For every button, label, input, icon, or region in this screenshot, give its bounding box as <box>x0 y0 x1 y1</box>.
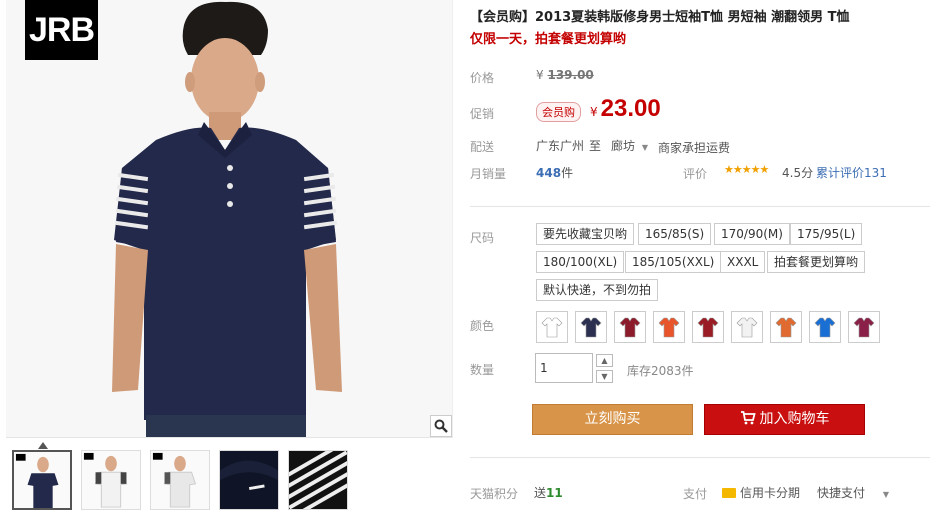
monthly-sales-unit: 件 <box>561 166 574 180</box>
size-option[interactable]: 185/105(XXL) <box>625 251 722 273</box>
reviews-label: 累计评价 <box>816 166 865 180</box>
original-price-value: 139.00 <box>547 68 594 82</box>
thumbnail-collar-detail[interactable] <box>219 450 279 510</box>
product-title: 【会员购】2013夏装韩版修身男士短袖T恤 男短袖 潮翻领男 T恤 <box>470 10 850 25</box>
size-option[interactable]: 165/85(S) <box>638 223 712 245</box>
polo-shirt-icon <box>658 317 680 338</box>
magnifier-icon <box>434 419 448 433</box>
polo-shirt-icon <box>853 317 875 338</box>
thumbnail-navy-polo[interactable] <box>12 450 72 510</box>
thumbnail-sleeve-stripe-detail[interactable] <box>288 450 348 510</box>
color-swatch[interactable] <box>770 311 802 343</box>
color-swatch[interactable] <box>848 311 880 343</box>
left-sleeve-stripes <box>114 160 150 248</box>
reviews-count: 131 <box>864 166 887 180</box>
polo-shirt-icon <box>697 317 719 338</box>
size-option[interactable]: 默认快递，不到勿拍 <box>536 279 659 301</box>
credit-card-icon <box>722 488 736 498</box>
polo-shirt-icon <box>580 317 602 338</box>
promo-currency-symbol: ¥ <box>590 105 598 119</box>
color-swatch[interactable] <box>614 311 646 343</box>
size-option[interactable]: 180/100(XL) <box>536 251 625 273</box>
size-option[interactable]: 175/95(L) <box>790 223 863 245</box>
brand-logo: JRB <box>25 0 98 60</box>
tmall-points-label: 天猫积分 <box>470 487 519 501</box>
promo-price-value: 23.00 <box>600 95 661 122</box>
monthly-sales-label: 月销量 <box>470 167 507 181</box>
color-swatch[interactable] <box>575 311 607 343</box>
color-swatch[interactable] <box>653 311 685 343</box>
polo-shirt-icon <box>736 317 758 338</box>
add-to-cart-button[interactable]: 加入购物车 <box>704 404 865 435</box>
rating-stars-icon: ★★★★★ <box>724 163 769 176</box>
thumbnail-strip <box>6 437 453 520</box>
ship-to-city: 廊坊 <box>611 139 636 153</box>
main-product-image[interactable] <box>6 0 453 437</box>
member-buy-badge: 会员购 <box>536 102 581 122</box>
shipping-label: 配送 <box>470 140 495 154</box>
chevron-down-icon: ▼ <box>882 490 889 499</box>
monthly-sales-count: 448 <box>536 166 562 180</box>
size-label: 尺码 <box>470 231 495 245</box>
shopping-cart-icon <box>740 411 756 425</box>
promo-price: ¥23.00 <box>590 95 661 123</box>
ship-to-word: 至 <box>589 139 602 153</box>
shipping-fee-note: 商家承担运费 <box>658 141 731 155</box>
chevron-down-icon: ▼ <box>601 372 608 381</box>
quick-pay-label: 快捷支付 <box>817 486 866 500</box>
monthly-sales: 448件 <box>536 164 573 181</box>
credit-installment-label: 信用卡分期 <box>740 486 801 500</box>
thumbnail-white-polo-front[interactable] <box>81 450 141 510</box>
polo-shirt-icon <box>775 317 797 338</box>
points-prefix: 送 <box>534 486 547 500</box>
size-option[interactable]: 170/90(M) <box>714 223 790 245</box>
thumbnail-white-polo-side[interactable] <box>150 450 210 510</box>
divider <box>470 206 930 207</box>
rating-score: 4.5分 <box>782 166 814 180</box>
size-option[interactable]: 要先收藏宝贝哟 <box>536 223 635 245</box>
rating-label: 评价 <box>683 167 708 181</box>
quantity-label: 数量 <box>470 363 495 377</box>
color-label: 颜色 <box>470 319 495 333</box>
price-label: 价格 <box>470 71 495 85</box>
stock-count: 库存2083件 <box>627 364 694 378</box>
payment-label: 支付 <box>683 487 708 501</box>
model-photo <box>6 0 452 437</box>
promo-label: 促销 <box>470 107 495 121</box>
points-value: 11 <box>546 486 563 500</box>
chevron-up-icon: ▲ <box>601 356 608 365</box>
color-swatch[interactable] <box>731 311 763 343</box>
quantity-input[interactable] <box>535 353 593 383</box>
quick-pay-selector[interactable]: 快捷支付 ▼ <box>817 484 889 501</box>
original-price: ¥ 139.00 <box>536 68 594 82</box>
currency-symbol: ¥ <box>536 68 544 82</box>
quantity-decrease-button[interactable]: ▼ <box>596 370 613 383</box>
size-option[interactable]: 拍套餐更划算哟 <box>767 251 866 273</box>
right-sleeve-stripes <box>302 160 338 248</box>
color-swatch[interactable] <box>692 311 724 343</box>
tmall-points: 送11 <box>534 484 563 501</box>
credit-installment[interactable]: 信用卡分期 <box>722 484 800 501</box>
polo-shirt-icon <box>619 317 641 338</box>
buy-now-button[interactable]: 立刻购买 <box>532 404 693 435</box>
reviews-link[interactable]: 累计评价131 <box>816 164 887 181</box>
zoom-button[interactable] <box>430 415 452 437</box>
ship-from: 广东广州 <box>536 139 585 153</box>
add-to-cart-label: 加入购物车 <box>759 411 830 427</box>
chevron-down-icon: ▼ <box>641 143 648 152</box>
color-swatch[interactable] <box>809 311 841 343</box>
divider <box>470 457 930 458</box>
quantity-increase-button[interactable]: ▲ <box>596 354 613 367</box>
product-info-panel: 【会员购】2013夏装韩版修身男士短袖T恤 男短袖 潮翻领男 T恤 仅限一天，拍… <box>470 0 930 520</box>
color-swatch[interactable] <box>536 311 568 343</box>
size-option[interactable]: XXXL <box>720 251 766 273</box>
polo-shirt-icon <box>814 317 836 338</box>
ship-to-selector[interactable]: 廊坊 ▼ <box>611 137 648 154</box>
product-gallery: JRB <box>0 0 460 520</box>
polo-shirt-icon <box>541 317 563 338</box>
product-subtitle: 仅限一天，拍套餐更划算哟 <box>470 32 627 47</box>
